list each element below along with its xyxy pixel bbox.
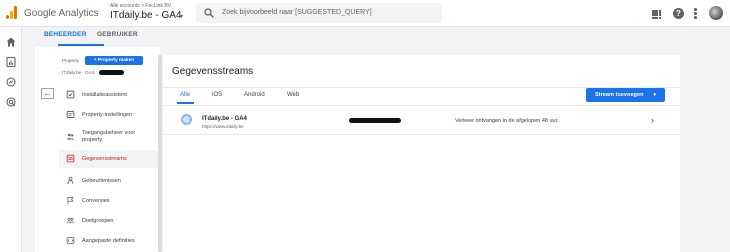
filter-tab-web[interactable]: Web	[287, 92, 299, 98]
data-streams-icon	[66, 154, 75, 163]
tab-beheerder[interactable]: BEHEERDER	[44, 31, 87, 38]
app-title[interactable]: Google Analytics	[24, 8, 99, 19]
filter-tab-android[interactable]: Android	[244, 92, 265, 98]
tab-gebruiker[interactable]: GEBRUIKER	[97, 31, 138, 38]
nav-label: Aangepaste definities	[82, 238, 135, 244]
nav-item-gegevensstreams[interactable]: Gegevensstreams	[59, 150, 160, 168]
page-title: Gegevensstreams	[172, 66, 254, 77]
stream-url: https://www.itdaily.be	[202, 124, 244, 129]
search-input[interactable]: Zoek bijvoorbeeld naar [SUGGESTED_QUERY]	[222, 9, 372, 16]
nav-label: Property-instellingen	[82, 112, 133, 118]
create-property-button[interactable]: + Property maken	[85, 56, 143, 65]
settings-panel-icon	[66, 111, 75, 118]
nav-item-conversies[interactable]: Conversies	[59, 192, 160, 210]
stream-name: ITdaily.be - GA4	[202, 116, 247, 122]
redaction-mark	[99, 70, 124, 75]
tab-indicator	[58, 44, 104, 46]
property-column: Property + Property maken ITdaily.be - G…	[35, 47, 160, 252]
nav-label: Toegangsbeheer voor property	[82, 130, 136, 143]
filter-tab-ios[interactable]: iOS	[212, 92, 222, 98]
property-label: Property	[62, 58, 80, 63]
filter-tab-alle[interactable]: Alle	[180, 92, 190, 98]
nav-item-gebeurtenissen[interactable]: Gebeurtenissen	[59, 172, 160, 190]
nav-label: Doelgroepen	[82, 218, 114, 224]
divider	[163, 134, 680, 135]
filter-indicator	[177, 102, 194, 104]
checklist-icon	[66, 90, 75, 99]
reports-icon[interactable]	[5, 56, 17, 68]
redaction-mark	[349, 118, 401, 123]
nav-item-property-instellingen[interactable]: Property-instellingen	[59, 106, 160, 124]
admin-tabs: BEHEERDER GEBRUIKER	[22, 27, 730, 47]
left-nav-rail	[0, 27, 22, 252]
chevron-down-icon[interactable]: ▾	[180, 13, 183, 20]
chevron-down-icon: ▾	[653, 92, 656, 98]
chevron-right-icon[interactable]: ›	[651, 115, 654, 125]
events-icon	[67, 176, 74, 185]
apps-icon[interactable]	[652, 10, 662, 20]
explore-icon[interactable]	[5, 76, 17, 88]
avatar[interactable]	[709, 6, 723, 20]
back-arrow-icon[interactable]: ←	[41, 88, 54, 99]
search-bar[interactable]: Zoek bijvoorbeeld naar [SUGGESTED_QUERY]	[196, 3, 442, 23]
nav-label: Gegevensstreams	[82, 156, 127, 162]
add-stream-label: Stream toevoegen	[595, 92, 644, 98]
stream-status: Verkeer ontvangen in de afgelopen 48 uur…	[455, 118, 559, 124]
nav-item-toegangsbeheer[interactable]: Toegangsbeheer voor property	[59, 128, 160, 146]
search-icon	[204, 8, 214, 18]
nav-label: Conversies	[82, 198, 110, 204]
flag-icon	[67, 197, 74, 205]
advertising-icon[interactable]	[5, 96, 17, 108]
people-icon	[66, 133, 75, 140]
nav-item-aangepaste-definities[interactable]: Aangepaste definities	[59, 232, 160, 250]
more-vert-icon[interactable]	[694, 8, 698, 20]
nav-item-doelgroepen[interactable]: Doelgroepen	[59, 212, 160, 230]
custom-definitions-icon	[66, 237, 75, 244]
nav-label: Gebeurtenissen	[82, 178, 121, 184]
column-scrollbar[interactable]	[158, 55, 162, 252]
analytics-logo-icon[interactable]	[6, 6, 18, 19]
audiences-icon	[66, 217, 75, 224]
account-breadcrumb[interactable]: Alle accounts > FecLink BV	[110, 3, 171, 9]
stream-row[interactable]: ITdaily.be - GA4 https://www.itdaily.be …	[163, 106, 680, 134]
data-streams-card: Gegevensstreams Alle iOS Android Web Str…	[163, 55, 680, 252]
account-selector[interactable]: ITdaily.be - GA4	[110, 10, 182, 21]
help-icon[interactable]: ?	[673, 8, 684, 19]
nav-label: Installatieassistent	[82, 92, 127, 98]
home-icon[interactable]	[5, 36, 17, 48]
add-stream-button[interactable]: Stream toevoegen ▾	[586, 88, 665, 102]
nav-item-installatieassistent[interactable]: Installatieassistent	[59, 86, 160, 104]
web-icon	[181, 114, 192, 125]
property-selector[interactable]: ITdaily.be - GA4	[62, 70, 94, 75]
top-app-bar: Google Analytics Alle accounts > FecLink…	[0, 0, 730, 27]
